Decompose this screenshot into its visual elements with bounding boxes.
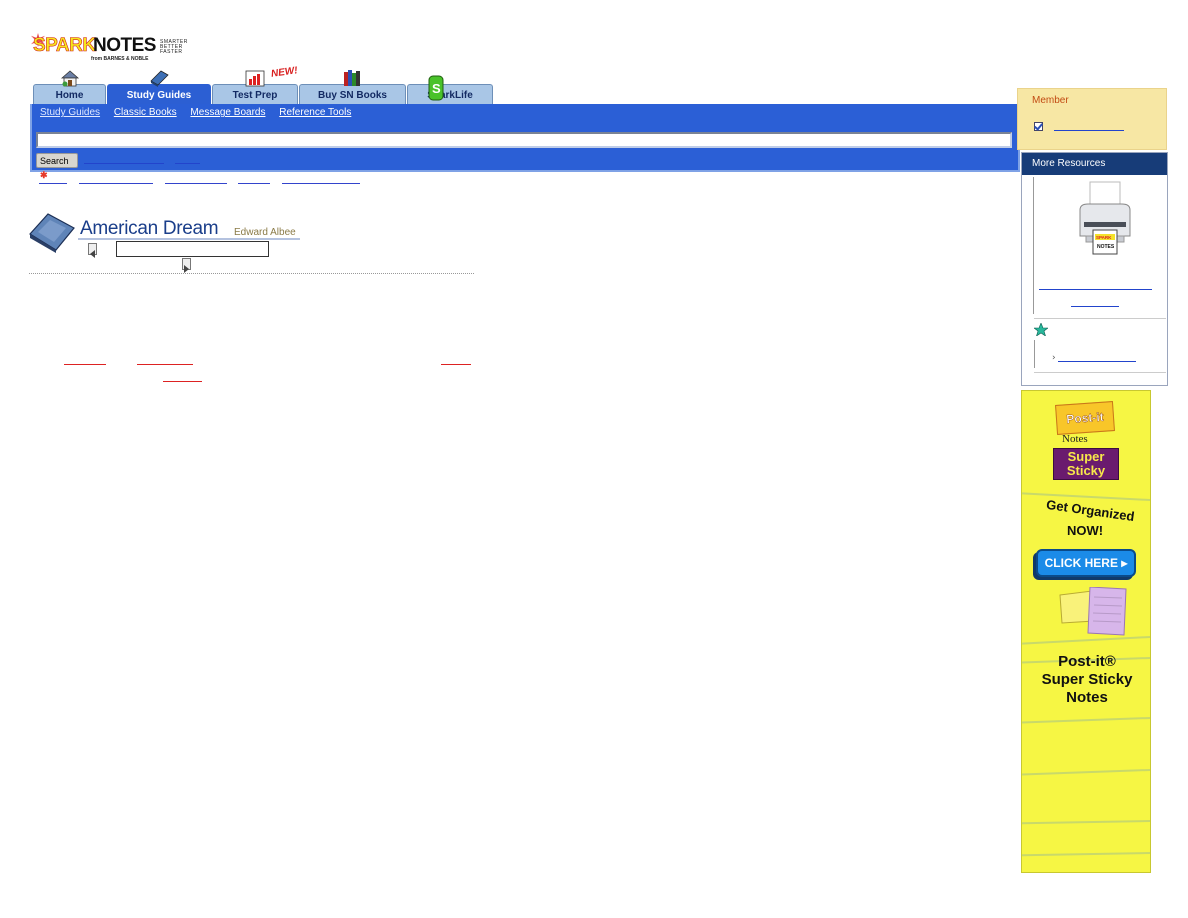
svg-text:NOTES: NOTES — [1097, 244, 1115, 250]
resource-link[interactable] — [1058, 361, 1136, 362]
chart-icon — [245, 70, 265, 87]
subnav-study-guides[interactable]: Study Guides — [40, 107, 100, 118]
phone-icon: S — [428, 75, 444, 101]
star-icon — [1034, 323, 1048, 336]
search-button[interactable]: Search ✱ — [36, 153, 78, 180]
svg-text:SPARK: SPARK — [1096, 235, 1112, 240]
logo-tagline: SMARTER BETTER FASTER — [160, 39, 188, 55]
super-sticky-badge: Super Sticky — [1053, 448, 1119, 480]
search-input[interactable] — [36, 132, 1012, 148]
tab-home[interactable]: Home — [33, 70, 106, 104]
member-box: Member — [1017, 88, 1167, 150]
tab-study-guides-label: Study Guides — [126, 90, 192, 101]
subnav-message-boards[interactable]: Message Boards — [190, 107, 265, 118]
breadcrumb-link[interactable] — [39, 183, 67, 184]
printer-resource: SPARK NOTES — [1033, 177, 1166, 314]
advanced-search-link[interactable] — [84, 163, 164, 164]
content-link[interactable] — [64, 364, 106, 365]
main-nav-bar: Study Guides Classic Books Message Board… — [30, 104, 1020, 180]
new-badge: NEW! — [270, 65, 299, 80]
member-title: Member — [1032, 95, 1069, 106]
tab-test-prep[interactable]: Test Prep — [212, 70, 298, 104]
chevron-right-icon: › — [1052, 353, 1056, 363]
logo-spark-text: SPARK — [33, 35, 97, 56]
ad-notes-text: Notes — [1062, 433, 1088, 445]
book-icon — [150, 70, 169, 87]
house-icon — [60, 70, 79, 87]
breadcrumb-link[interactable] — [238, 183, 270, 184]
divider — [29, 273, 474, 274]
breadcrumb-link[interactable] — [79, 183, 153, 184]
tab-study-guides[interactable]: Study Guides — [107, 70, 211, 104]
content-link[interactable] — [163, 381, 202, 382]
books-icon — [343, 70, 360, 86]
tab-home-label: Home — [55, 90, 84, 101]
breadcrumb-link[interactable] — [282, 183, 360, 184]
printer-link[interactable] — [1039, 289, 1152, 290]
content-link[interactable] — [441, 364, 471, 365]
ad-now: NOW! — [1067, 523, 1104, 538]
title-underline — [78, 238, 300, 240]
next-section-button[interactable] — [182, 258, 191, 273]
breadcrumb-link[interactable] — [165, 183, 227, 184]
more-resources-title: More Resources — [1022, 153, 1167, 175]
triangle-right-icon: ▸ — [1121, 556, 1128, 570]
tab-buy-sn-books-label: Buy SN Books — [318, 90, 387, 101]
postit-advertisement[interactable]: Post-it Notes Super Sticky Get Organized… — [1021, 390, 1151, 873]
logo-byline: from BARNES & NOBLE — [91, 56, 149, 62]
subnav-reference-tools[interactable]: Reference Tools — [279, 107, 351, 118]
sticky-pads-icon — [1059, 587, 1127, 636]
sparknotes-logo[interactable]: SPARK NOTES SMARTER BETTER FASTER from BAR… — [31, 33, 193, 66]
tab-test-prep-label: Test Prep — [232, 90, 278, 101]
ad-click-here-button[interactable]: CLICK HERE ▸ — [1036, 549, 1136, 577]
tab-buy-sn-books[interactable]: Buy SN Books — [299, 70, 406, 104]
ad-headline: Get Organized — [1045, 496, 1136, 525]
more-resources-panel: More Resources SPARK NOTES › — [1021, 152, 1168, 386]
member-link[interactable] — [1054, 130, 1124, 131]
printer-link[interactable] — [1071, 306, 1119, 307]
divider — [1034, 340, 1035, 368]
logo-notes-text: NOTES — [93, 35, 156, 56]
arrow-left-icon — [90, 250, 95, 258]
divider — [1034, 372, 1166, 373]
postit-logo: Post-it — [1055, 401, 1115, 435]
svg-text:S: S — [432, 81, 441, 96]
divider — [1034, 318, 1166, 319]
section-select[interactable] — [116, 241, 269, 257]
tab-sparklife[interactable]: S SparkLife — [407, 75, 493, 104]
sub-navigation: Study Guides Classic Books Message Board… — [40, 107, 362, 118]
content-link[interactable] — [137, 364, 193, 365]
previous-section-button[interactable] — [88, 243, 97, 258]
checkbox-icon[interactable] — [1034, 122, 1043, 131]
printer-icon[interactable]: SPARK NOTES — [1076, 180, 1134, 256]
ad-product-name: Post-it® Super Sticky Notes — [1041, 653, 1133, 706]
search-spark-icon: ✱ — [40, 170, 48, 180]
help-link[interactable] — [175, 163, 200, 164]
subnav-classic-books[interactable]: Classic Books — [114, 107, 177, 118]
study-guide-book-icon — [29, 213, 75, 253]
